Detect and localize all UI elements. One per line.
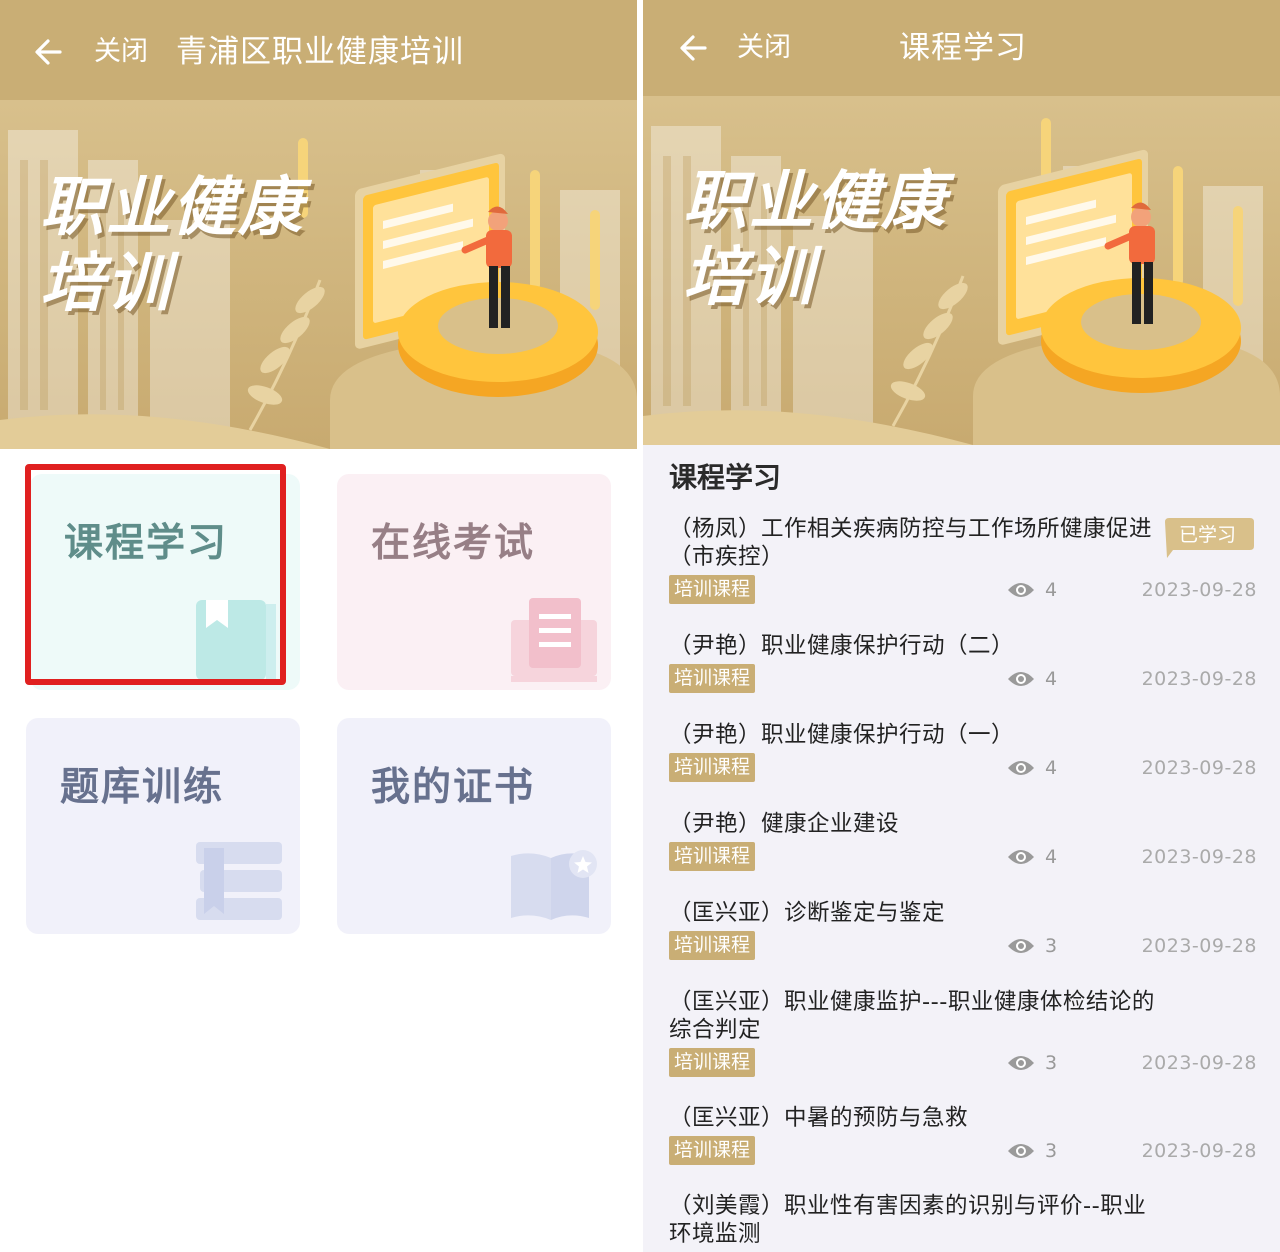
eye-icon xyxy=(1008,1144,1034,1158)
course-date: 2023-09-28 xyxy=(1141,579,1257,601)
course-date: 2023-09-28 xyxy=(1141,935,1257,957)
close-button[interactable]: 关闭 xyxy=(94,32,148,72)
course-item[interactable]: （匡兴亚）职业健康监护---职业健康体检结论的综合判定 培训课程 3 2023-… xyxy=(669,988,1259,1078)
close-button[interactable]: 关闭 xyxy=(737,28,791,68)
banner-title-line1: 职业健康 xyxy=(683,165,947,239)
online-exam-label: 在线考试 xyxy=(371,521,536,566)
course-date: 2023-09-28 xyxy=(1141,846,1257,868)
banner: 职业健康 培训 xyxy=(643,96,1280,445)
certificate-book-icon xyxy=(511,850,597,920)
course-tag: 培训课程 xyxy=(669,842,756,871)
course-title: （匡兴亚）中暑的预防与急救 xyxy=(669,1105,969,1131)
eye-icon xyxy=(1008,761,1034,775)
top-bar: 关闭 青浦区职业健康培训 xyxy=(0,0,637,100)
course-title: （杨凤）工作相关疾病防控与工作场所健康促进（市疾控） xyxy=(669,516,1153,570)
top-bar: 关闭 课程学习 xyxy=(643,0,1280,96)
course-date: 2023-09-28 xyxy=(1141,1052,1257,1074)
eye-icon xyxy=(1008,583,1034,597)
course-date: 2023-09-28 xyxy=(1141,668,1257,690)
page-title: 课程学习 xyxy=(899,30,1027,66)
question-bank-label: 题库训练 xyxy=(60,765,225,810)
exam-paper-icon xyxy=(511,598,597,682)
course-item[interactable]: （匡兴亚）诊断鉴定与鉴定 培训课程 3 2023-09-28 xyxy=(669,899,1259,961)
my-certificate-label: 我的证书 xyxy=(371,765,536,810)
course-meta: 培训课程 3 2023-09-28 xyxy=(669,1048,1259,1078)
book-stack-icon xyxy=(196,842,282,920)
course-title: （尹艳）职业健康保护行动（二） xyxy=(669,633,1015,659)
eye-icon xyxy=(1008,1056,1034,1070)
course-meta: 培训课程 4 2023-09-28 xyxy=(669,842,1259,872)
view-count: 3 xyxy=(1045,1052,1058,1074)
eye-icon xyxy=(1008,939,1034,953)
back-arrow-icon[interactable] xyxy=(30,32,70,72)
banner: 职业健康 培训 xyxy=(0,100,637,449)
course-item[interactable]: （尹艳）职业健康保护行动（一） 培训课程 4 2023-09-28 xyxy=(669,721,1259,783)
banner-title-line2: 培训 xyxy=(683,241,815,315)
course-item[interactable]: （匡兴亚）中暑的预防与急救 培训课程 3 2023-09-28 xyxy=(669,1104,1259,1166)
course-meta: 培训课程 4 2023-09-28 xyxy=(669,664,1259,694)
view-count: 4 xyxy=(1045,668,1058,690)
page-title: 青浦区职业健康培训 xyxy=(176,34,464,70)
online-exam-card[interactable]: 在线考试 xyxy=(337,474,611,690)
back-arrow-icon[interactable] xyxy=(675,28,715,68)
course-date: 2023-09-28 xyxy=(1141,757,1257,779)
course-meta: 培训课程 3 2023-09-28 xyxy=(669,1136,1259,1166)
banner-title-line2: 培训 xyxy=(40,247,172,321)
course-meta: 培训课程 3 2023-09-28 xyxy=(669,931,1259,961)
course-item[interactable]: （杨凤）工作相关疾病防控与工作场所健康促进（市疾控） 培训课程 4 2023-0… xyxy=(669,515,1259,605)
course-tag: 培训课程 xyxy=(669,575,756,604)
course-meta: 培训课程 4 2023-09-28 xyxy=(669,575,1259,605)
course-item[interactable]: （尹艳）职业健康保护行动（二） 培训课程 4 2023-09-28 xyxy=(669,632,1259,694)
eye-icon xyxy=(1008,672,1034,686)
course-list-screen: 关闭 课程学习 职业健康 培训 课程学习 已学习 （杨凤）工作相关疾病防控与工作… xyxy=(643,0,1280,1252)
view-count: 3 xyxy=(1045,1140,1058,1162)
course-title: （尹艳）健康企业建设 xyxy=(669,811,900,837)
course-tag: 培训课程 xyxy=(669,931,756,960)
question-bank-card[interactable]: 题库训练 xyxy=(26,718,300,934)
course-title: （尹艳）职业健康保护行动（一） xyxy=(669,722,1015,748)
course-title: （刘美霞）职业性有害因素的识别与评价--职业环境监测 xyxy=(669,1193,1147,1247)
course-tag: 培训课程 xyxy=(669,1136,756,1165)
view-count: 3 xyxy=(1045,935,1058,957)
course-tag: 培训课程 xyxy=(669,1048,756,1077)
course-tag: 培训课程 xyxy=(669,664,756,693)
section-title: 课程学习 xyxy=(669,461,782,494)
view-count: 4 xyxy=(1045,579,1058,601)
eye-icon xyxy=(1008,850,1034,864)
home-screen: 关闭 青浦区职业健康培训 职业健康 培训 课程学习 在线考试 题库训练 我的证书 xyxy=(0,0,637,1252)
course-meta: 培训课程 4 2023-09-28 xyxy=(669,753,1259,783)
course-title: （匡兴亚）职业健康监护---职业健康体检结论的综合判定 xyxy=(669,989,1155,1043)
my-certificate-card[interactable]: 我的证书 xyxy=(337,718,611,934)
banner-title-line1: 职业健康 xyxy=(40,171,304,245)
selection-highlight xyxy=(25,464,286,685)
course-item[interactable]: （尹艳）健康企业建设 培训课程 4 2023-09-28 xyxy=(669,810,1259,872)
view-count: 4 xyxy=(1045,846,1058,868)
course-title: （匡兴亚）诊断鉴定与鉴定 xyxy=(669,900,946,926)
course-date: 2023-09-28 xyxy=(1141,1140,1257,1162)
view-count: 4 xyxy=(1045,757,1058,779)
course-item[interactable]: （刘美霞）职业性有害因素的识别与评价--职业环境监测 xyxy=(669,1192,1259,1248)
course-tag: 培训课程 xyxy=(669,753,756,782)
